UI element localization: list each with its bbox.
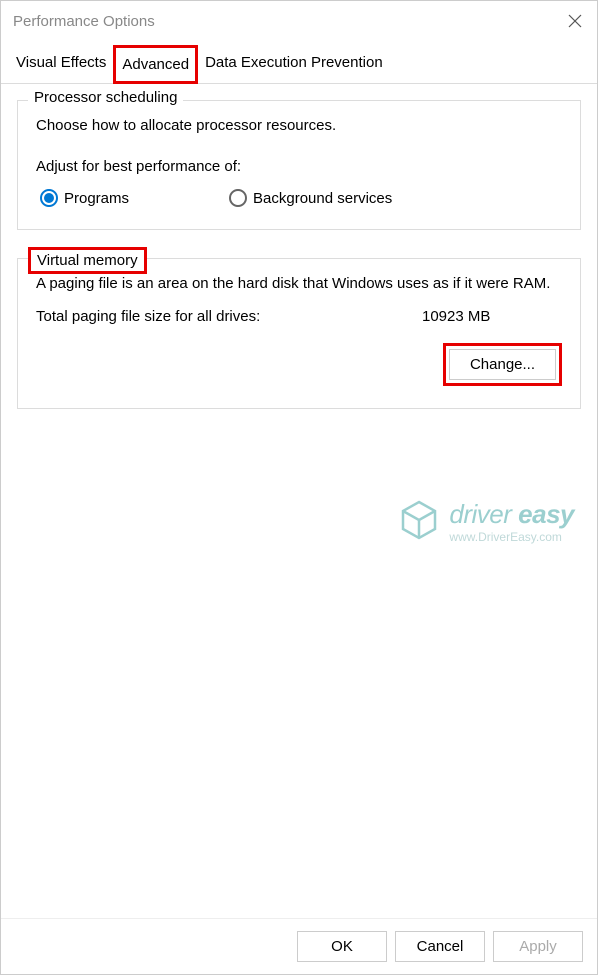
processor-scheduling-group: Processor scheduling Choose how to alloc…	[17, 100, 581, 230]
close-icon	[568, 14, 582, 28]
radio-group: Programs Background services	[36, 189, 562, 207]
window-title: Performance Options	[13, 13, 155, 30]
close-button[interactable]	[565, 11, 585, 31]
change-button-highlight: Change...	[443, 343, 562, 386]
tab-advanced[interactable]: Advanced	[113, 45, 198, 84]
adjust-label: Adjust for best performance of:	[36, 158, 562, 175]
cancel-button[interactable]: Cancel	[395, 931, 485, 962]
titlebar: Performance Options	[1, 1, 597, 41]
paging-size-row: Total paging file size for all drives: 1…	[36, 308, 562, 325]
paging-size-value: 10923 MB	[422, 308, 562, 325]
apply-button[interactable]: Apply	[493, 931, 583, 962]
radio-icon-checked	[40, 189, 58, 207]
radio-background-label: Background services	[253, 190, 392, 207]
tab-data-execution-prevention[interactable]: Data Execution Prevention	[198, 45, 390, 84]
dialog-footer: OK Cancel Apply	[1, 918, 597, 974]
tab-row: Visual Effects Advanced Data Execution P…	[1, 45, 597, 84]
radio-programs-label: Programs	[64, 190, 129, 207]
radio-background-services[interactable]: Background services	[229, 189, 392, 207]
processor-scheduling-legend: Processor scheduling	[28, 89, 183, 106]
virtual-memory-legend: Virtual memory	[28, 247, 147, 274]
tab-visual-effects[interactable]: Visual Effects	[9, 45, 113, 84]
radio-icon-unchecked	[229, 189, 247, 207]
ok-button[interactable]: OK	[297, 931, 387, 962]
virtual-memory-group: Virtual memory A paging file is an area …	[17, 258, 581, 409]
processor-description: Choose how to allocate processor resourc…	[36, 117, 562, 134]
radio-programs[interactable]: Programs	[40, 189, 129, 207]
tab-content: Processor scheduling Choose how to alloc…	[1, 84, 597, 918]
change-button[interactable]: Change...	[449, 349, 556, 380]
performance-options-window: Performance Options Visual Effects Advan…	[0, 0, 598, 975]
paging-size-label: Total paging file size for all drives:	[36, 308, 422, 325]
virtual-memory-description: A paging file is an area on the hard dis…	[36, 275, 562, 292]
